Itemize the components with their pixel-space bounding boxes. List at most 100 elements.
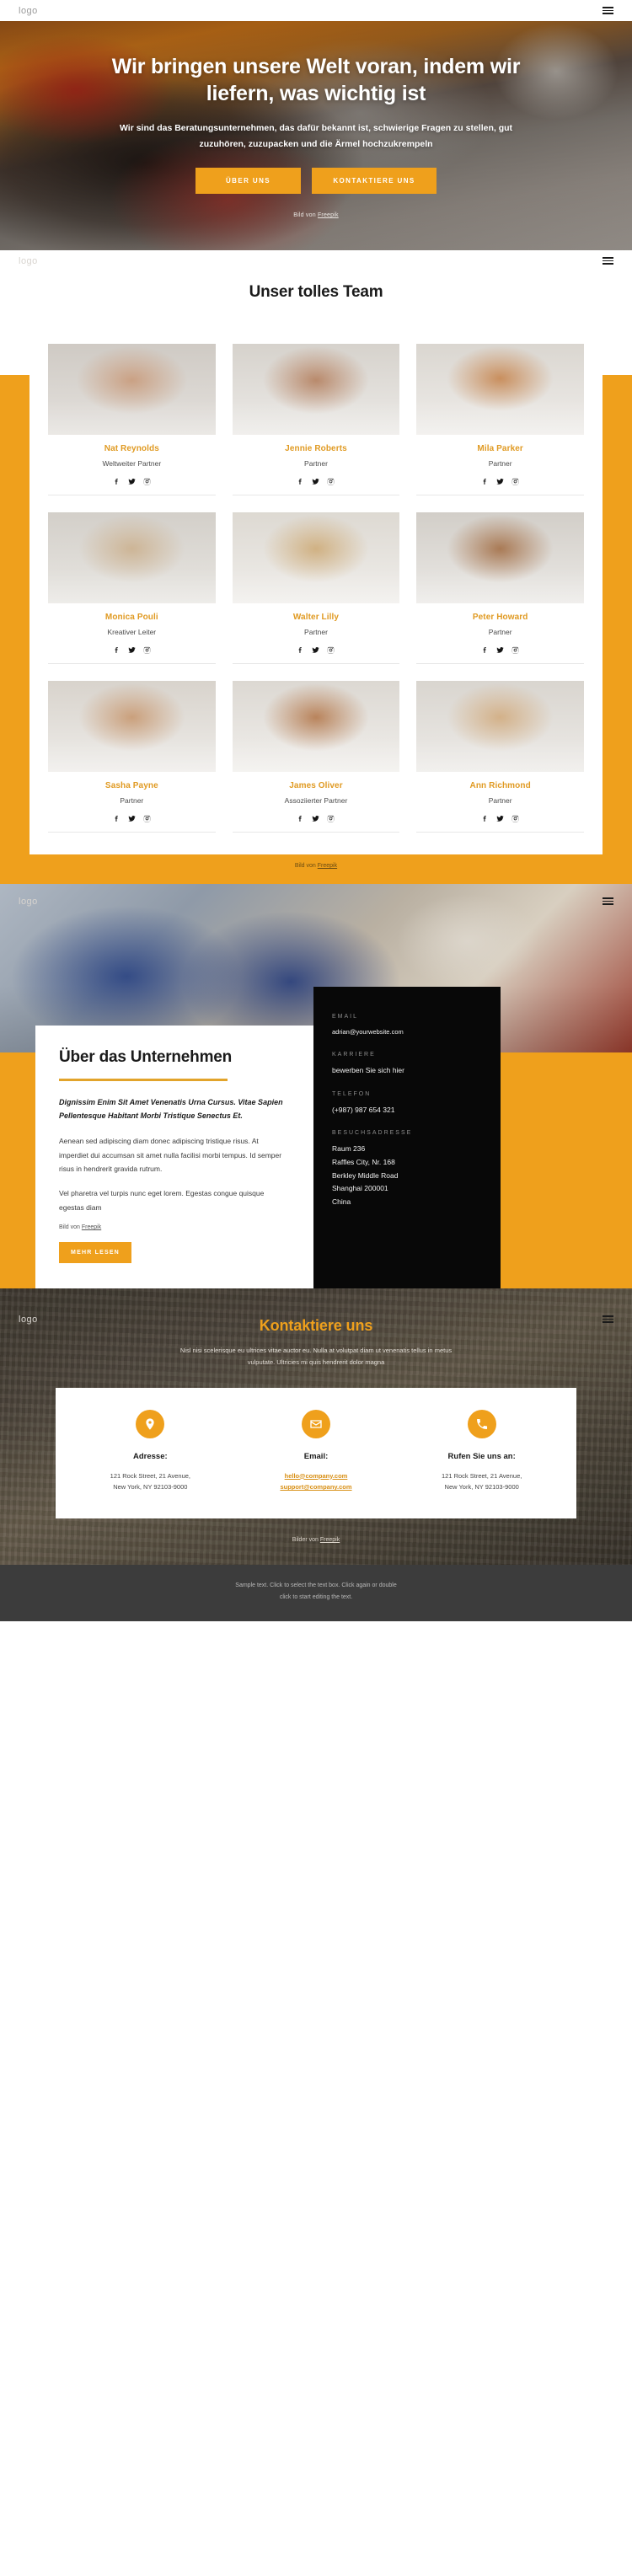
page-root: logo Wir bringen unsere Welt voran, inde…	[0, 0, 632, 1621]
phone-value[interactable]: (+987) 987 654 321	[332, 1104, 482, 1117]
team-member-card: Sasha Payne Partner	[48, 681, 216, 833]
instagram-icon[interactable]	[143, 478, 151, 485]
team-member-name: James Oliver	[289, 781, 343, 790]
team-member-name: Peter Howard	[472, 613, 528, 622]
facebook-icon[interactable]	[297, 646, 304, 654]
instagram-icon[interactable]	[511, 646, 519, 654]
twitter-icon[interactable]	[312, 478, 320, 485]
contact-card-link[interactable]: hello@company.com	[245, 1470, 388, 1482]
twitter-icon[interactable]	[496, 815, 504, 822]
team-member-name: Jennie Roberts	[285, 444, 347, 453]
hero-section: Wir bringen unsere Welt voran, indem wir…	[0, 21, 632, 250]
twitter-icon[interactable]	[496, 478, 504, 485]
team-member-photo	[416, 512, 584, 603]
team-member-role: Weltweiter Partner	[102, 459, 162, 468]
instagram-icon[interactable]	[327, 646, 335, 654]
twitter-icon[interactable]	[312, 646, 320, 654]
facebook-icon[interactable]	[113, 478, 121, 485]
hero-credit-link[interactable]: Freepik	[318, 212, 339, 218]
instagram-icon[interactable]	[327, 478, 335, 485]
contact-card-title: Rufen Sie uns an:	[447, 1451, 516, 1461]
contact-card-line: New York, NY 92103-9000	[444, 1483, 519, 1492]
team-member-card: Jennie Roberts Partner	[232, 344, 400, 495]
career-value[interactable]: bewerben Sie sich hier	[332, 1064, 482, 1078]
team-member-card: Mila Parker Partner	[416, 344, 584, 495]
team-member-card: James Oliver Assoziierter Partner	[232, 681, 400, 833]
site-logo-about-2[interactable]: logo	[19, 1315, 38, 1325]
team-image-credit: Bild von Freepik	[0, 854, 632, 884]
site-logo[interactable]: logo	[19, 6, 38, 16]
team-member-socials	[232, 646, 400, 664]
about-title: Über das Unternehmen	[59, 1048, 233, 1066]
about-credit-link[interactable]: Freepik	[82, 1224, 101, 1230]
site-logo-team[interactable]: logo	[19, 256, 38, 266]
contact-card-line: 121 Rock Street, 21 Avenue,	[441, 1471, 522, 1480]
career-label: KARRIERE	[332, 1051, 376, 1058]
facebook-icon[interactable]	[481, 815, 489, 822]
read-more-button[interactable]: MEHR LESEN	[59, 1242, 131, 1264]
team-section: logo Unser tolles Team Nat Reynolds Weltw…	[0, 250, 632, 923]
about-image-credit: Bild von Freepik	[59, 1224, 290, 1230]
team-member-role: Partner	[488, 796, 512, 805]
hamburger-menu-icon-about-2[interactable]	[603, 1315, 613, 1323]
hamburger-menu-icon-about[interactable]	[603, 897, 613, 905]
team-member-role: Partner	[304, 628, 328, 636]
facebook-icon[interactable]	[297, 478, 304, 485]
team-credit-prefix: Bild von	[294, 863, 318, 869]
team-member-photo	[48, 681, 216, 772]
contact-us-button[interactable]: KONTAKTIERE UNS	[312, 168, 437, 195]
hamburger-menu-icon[interactable]	[603, 7, 613, 14]
location-pin-icon	[136, 1409, 165, 1438]
floating-header-about: logo	[0, 891, 632, 912]
phone-icon	[467, 1409, 496, 1438]
instagram-icon[interactable]	[143, 646, 151, 654]
facebook-icon[interactable]	[481, 646, 489, 654]
twitter-icon[interactable]	[312, 815, 320, 822]
hamburger-menu-icon-team[interactable]	[603, 257, 613, 265]
hero-credit-prefix: Bild von	[293, 212, 318, 219]
site-logo-about[interactable]: logo	[19, 897, 38, 907]
facebook-icon[interactable]	[113, 815, 121, 822]
email-value[interactable]: adrian@yourwebsite.com	[332, 1026, 482, 1038]
contact-card-line: 121 Rock Street, 21 Avenue,	[110, 1471, 190, 1480]
about-us-button[interactable]: ÜBER UNS	[195, 168, 301, 195]
team-member-photo	[232, 512, 400, 603]
instagram-icon[interactable]	[511, 815, 519, 822]
about-paragraph-2: Vel pharetra vel turpis nunc eget lorem.…	[59, 1188, 265, 1212]
contact-card-title: Adresse:	[132, 1451, 168, 1461]
contact-card-link[interactable]: support@company.com	[245, 1481, 388, 1493]
twitter-icon[interactable]	[128, 478, 136, 485]
facebook-icon[interactable]	[297, 815, 304, 822]
team-member-name: Mila Parker	[477, 444, 523, 453]
team-member-name: Nat Reynolds	[104, 444, 159, 453]
about-section: logo Über das Unternehmen Dignissim Enim…	[0, 884, 632, 1325]
email-label: EMAIL	[332, 1014, 359, 1020]
twitter-icon[interactable]	[496, 646, 504, 654]
team-member-role: Partner	[488, 459, 512, 468]
contact-credit-link[interactable]: Freepik	[320, 1537, 340, 1543]
team-member-socials	[232, 478, 400, 495]
team-member-card: Peter Howard Partner	[416, 512, 584, 664]
team-member-name: Monica Pouli	[104, 613, 158, 622]
instagram-icon[interactable]	[143, 815, 151, 822]
team-member-socials	[232, 815, 400, 833]
team-credit-link[interactable]: Freepik	[318, 863, 337, 869]
twitter-icon[interactable]	[128, 815, 136, 822]
facebook-icon[interactable]	[481, 478, 489, 485]
contact-subtitle: Nisl nisi scelerisque eu ultrices vitae …	[179, 1347, 453, 1367]
team-member-card: Walter Lilly Partner	[232, 512, 400, 664]
envelope-icon	[301, 1409, 330, 1438]
contact-card: Rufen Sie uns an: 121 Rock Street, 21 Ave…	[399, 1409, 565, 1494]
team-grid: Nat Reynolds Weltweiter Partner Jennie Rob…	[29, 327, 603, 854]
site-footer: Sample text. Click to select the text bo…	[0, 1565, 632, 1621]
team-member-socials	[48, 646, 216, 664]
team-member-photo	[48, 344, 216, 435]
instagram-icon[interactable]	[511, 478, 519, 485]
hero-image-credit: Bild von Freepik	[34, 212, 598, 218]
facebook-icon[interactable]	[113, 646, 121, 654]
about-divider	[59, 1078, 228, 1081]
instagram-icon[interactable]	[327, 815, 335, 822]
team-member-name: Ann Richmond	[469, 781, 531, 790]
contact-card-line: New York, NY 92103-9000	[113, 1483, 188, 1492]
twitter-icon[interactable]	[128, 646, 136, 654]
